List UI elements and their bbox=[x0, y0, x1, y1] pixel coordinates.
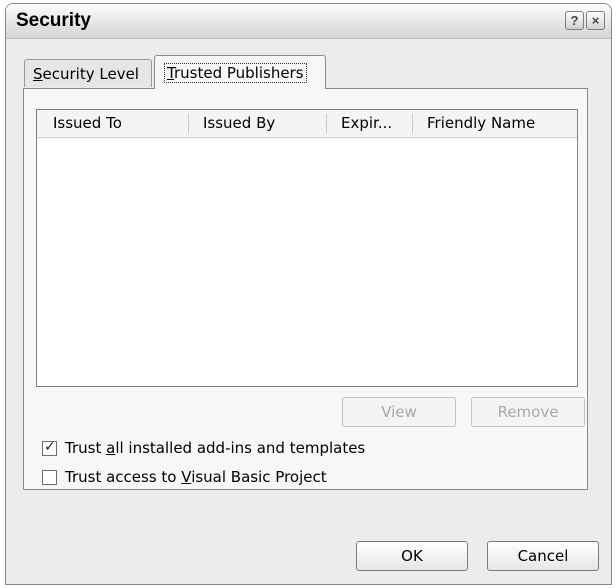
view-button[interactable]: View bbox=[342, 397, 456, 427]
list-header: Issued To Issued By Expir... Friendly Na… bbox=[37, 110, 577, 138]
column-header-issued-by[interactable]: Issued By bbox=[203, 114, 275, 132]
tab-security-level[interactable]: Security Level bbox=[24, 59, 152, 87]
tab-security-level-label: Security Level bbox=[33, 65, 139, 83]
remove-button[interactable]: Remove bbox=[471, 397, 585, 427]
column-header-friendly-name[interactable]: Friendly Name bbox=[427, 114, 535, 132]
close-icon: × bbox=[591, 13, 600, 28]
ok-button[interactable]: OK bbox=[356, 541, 468, 571]
column-divider[interactable] bbox=[188, 114, 189, 133]
trust-vba-checkbox[interactable] bbox=[42, 470, 57, 485]
dialog-title: Security bbox=[16, 10, 91, 31]
help-button[interactable]: ? bbox=[565, 11, 584, 30]
column-header-expiration[interactable]: Expir... bbox=[341, 114, 392, 132]
tab-trusted-publishers-label: Trusted Publishers bbox=[164, 63, 307, 83]
tab-panel: Issued To Issued By Expir... Friendly Na… bbox=[23, 88, 588, 490]
publishers-list[interactable]: Issued To Issued By Expir... Friendly Na… bbox=[36, 109, 578, 387]
title-bar: Security ? × bbox=[6, 4, 611, 39]
trust-addins-checkbox[interactable]: ✓ bbox=[42, 439, 57, 456]
trust-addins-label: Trust all installed add-ins and template… bbox=[65, 439, 366, 457]
column-divider[interactable] bbox=[326, 114, 327, 133]
column-header-issued-to[interactable]: Issued To bbox=[53, 114, 122, 132]
column-divider[interactable] bbox=[412, 114, 413, 133]
tab-trusted-publishers[interactable]: Trusted Publishers bbox=[154, 55, 326, 89]
close-button[interactable]: × bbox=[586, 11, 605, 30]
cancel-button[interactable]: Cancel bbox=[487, 541, 599, 571]
checkmark-icon: ✓ bbox=[44, 439, 56, 455]
trust-vba-label: Trust access to Visual Basic Project bbox=[65, 468, 327, 486]
help-icon: ? bbox=[570, 13, 579, 28]
